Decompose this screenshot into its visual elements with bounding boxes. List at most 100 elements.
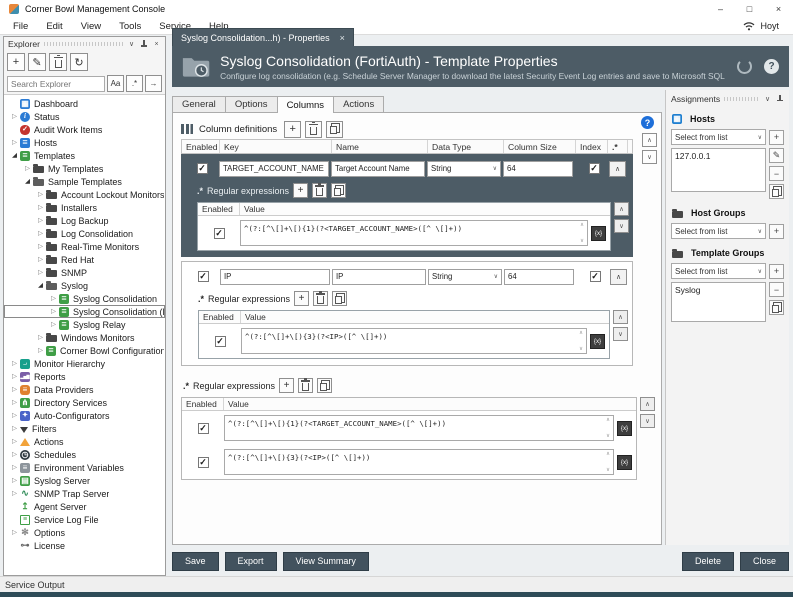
export-button[interactable]: Export xyxy=(225,552,277,571)
insert-variable-button[interactable]: {x} xyxy=(617,455,632,470)
copy-regex-button[interactable] xyxy=(332,291,347,306)
menu-edit[interactable]: Edit xyxy=(37,21,71,32)
user-box[interactable]: Hoyt xyxy=(743,21,793,31)
tree-item-my-templates[interactable]: ▷My Templates xyxy=(4,162,165,175)
expander-icon[interactable]: ▷ xyxy=(10,370,19,383)
search-go-button[interactable]: → xyxy=(145,75,162,92)
column-row-target-account-name[interactable]: TARGET_ACCOUNT_NAME Target Account Name … xyxy=(181,154,633,257)
tree-item-agent-server[interactable]: Agent Server xyxy=(4,500,165,513)
delete-regex-button[interactable] xyxy=(313,291,328,306)
expander-icon[interactable]: ▷ xyxy=(10,136,19,149)
delete-regex-button[interactable] xyxy=(298,378,313,393)
add-regex-button[interactable]: + xyxy=(293,183,308,198)
service-output-label[interactable]: Service Output xyxy=(5,580,65,590)
add-regex-button[interactable]: + xyxy=(279,378,294,393)
tree-item-syslog-relay[interactable]: ▷Syslog Relay xyxy=(4,318,165,331)
copy-column-button[interactable] xyxy=(326,121,343,138)
add-host-button[interactable]: + xyxy=(769,130,784,145)
tree-item-filters[interactable]: ▷Filters xyxy=(4,422,165,435)
expander-icon[interactable]: ▷ xyxy=(10,461,19,474)
tree-item-auto-configurators[interactable]: ▷Auto-Configurators xyxy=(4,409,165,422)
expander-icon[interactable]: ▷ xyxy=(10,357,19,370)
column-row-ip[interactable]: IP IP String∨ 64 ∧ .* Regular expression… xyxy=(181,261,633,366)
add-template-group-button[interactable]: + xyxy=(769,264,784,279)
remove-host-button[interactable]: − xyxy=(769,166,784,181)
expander-icon[interactable]: ▷ xyxy=(49,318,58,331)
document-tab[interactable]: Syslog Consolidation...h) - Properties × xyxy=(172,28,354,46)
delete-regex-button[interactable] xyxy=(312,183,327,198)
expander-icon[interactable]: ▷ xyxy=(10,422,19,435)
tree-item-service-log-file[interactable]: Service Log File xyxy=(4,513,165,526)
add-host-group-button[interactable]: + xyxy=(769,224,784,239)
copy-template-group-button[interactable] xyxy=(769,300,784,315)
tree-item-account-lockout-monitors[interactable]: ▷Account Lockout Monitors xyxy=(4,188,165,201)
tab-columns[interactable]: Columns xyxy=(277,96,335,113)
move-up-button[interactable]: ∧ xyxy=(640,397,655,411)
expander-icon[interactable]: ▷ xyxy=(36,344,45,357)
insert-variable-button[interactable]: {x} xyxy=(591,226,606,241)
add-button[interactable]: + xyxy=(7,53,25,71)
tree-item-red-hat[interactable]: ▷Red Hat xyxy=(4,253,165,266)
expander-icon[interactable]: ▷ xyxy=(36,240,45,253)
host-groups-select[interactable]: Select from list∨ xyxy=(671,223,766,239)
search-input[interactable] xyxy=(7,76,105,92)
close-panel-icon[interactable]: × xyxy=(152,41,161,48)
tree-item-syslog-consolidation-fortiauth[interactable]: ▷Syslog Consolidation (FortiAuth) xyxy=(4,305,165,318)
template-groups-select[interactable]: Select from list∨ xyxy=(671,263,766,279)
expander-icon[interactable]: ▷ xyxy=(36,266,45,279)
tree-item-snmp-trap-server[interactable]: ▷SNMP Trap Server xyxy=(4,487,165,500)
menu-tools[interactable]: Tools xyxy=(110,21,150,32)
value-scroll-icons[interactable]: ∧∨ xyxy=(604,451,612,473)
column-key-input[interactable]: IP xyxy=(220,269,330,285)
drag-handle[interactable] xyxy=(44,42,123,46)
tree-item-license[interactable]: License xyxy=(4,539,165,552)
tree-item-log-consolidation[interactable]: ▷Log Consolidation xyxy=(4,227,165,240)
hosts-list[interactable]: 127.0.0.1 xyxy=(671,148,766,192)
column-enabled-checkbox[interactable] xyxy=(197,163,208,174)
index-checkbox[interactable] xyxy=(589,163,600,174)
expander-icon[interactable]: ▷ xyxy=(49,292,58,305)
edit-host-button[interactable]: ✎ xyxy=(769,148,784,163)
data-type-select[interactable]: String∨ xyxy=(427,161,501,177)
scroll-up-button[interactable]: ∧ xyxy=(642,133,657,147)
regex-value-input[interactable]: ^(?:[^\[]+\[){1}(?<TARGET_ACCOUNT_NAME>(… xyxy=(224,415,614,441)
column-size-input[interactable]: 64 xyxy=(503,161,573,177)
collapse-row-button[interactable]: ∧ xyxy=(610,269,627,285)
chevron-down-icon[interactable]: ∨ xyxy=(763,95,772,103)
pin-icon[interactable] xyxy=(776,95,784,103)
expander-icon[interactable]: ◢ xyxy=(36,279,45,292)
insert-variable-button[interactable]: {x} xyxy=(617,421,632,436)
tab-close-icon[interactable]: × xyxy=(340,33,345,43)
pin-icon[interactable] xyxy=(140,40,148,48)
value-scroll-icons[interactable]: ∧∨ xyxy=(578,222,586,244)
tree-item-installers[interactable]: ▷Installers xyxy=(4,201,165,214)
regex-search-button[interactable]: .* xyxy=(126,75,143,92)
expander-icon[interactable]: ▷ xyxy=(10,383,19,396)
expander-icon[interactable]: ▷ xyxy=(36,331,45,344)
regex-value-input[interactable]: ^(?:[^\[]+\[){1}(?<TARGET_ACCOUNT_NAME>(… xyxy=(240,220,588,246)
expander-icon[interactable]: ▷ xyxy=(36,188,45,201)
column-key-input[interactable]: TARGET_ACCOUNT_NAME xyxy=(219,161,329,177)
expander-icon[interactable]: ◢ xyxy=(23,175,32,188)
tree-item-templates[interactable]: ◢Templates xyxy=(4,149,165,162)
expander-icon[interactable]: ▷ xyxy=(23,162,32,175)
regex-enabled-checkbox[interactable] xyxy=(198,457,209,468)
tree-item-environment-variables[interactable]: ▷Environment Variables xyxy=(4,461,165,474)
regex-enabled-checkbox[interactable] xyxy=(214,228,225,239)
column-enabled-checkbox[interactable] xyxy=(198,271,209,282)
close-button[interactable]: × xyxy=(764,0,793,18)
regex-value-input[interactable]: ^(?:[^\[]+\[){3}(?<IP>([^ \[]+)) ∧∨ xyxy=(224,449,614,475)
tree-item-real-time-monitors[interactable]: ▷Real-Time Monitors xyxy=(4,240,165,253)
hosts-select[interactable]: Select from list∨ xyxy=(671,129,766,145)
expander-icon[interactable]: ▷ xyxy=(36,214,45,227)
view-summary-button[interactable]: View Summary xyxy=(283,552,369,571)
template-groups-list[interactable]: Syslog xyxy=(671,282,766,322)
delete-button[interactable]: Delete xyxy=(682,552,734,571)
delete-column-button[interactable] xyxy=(305,121,322,138)
expander-icon[interactable]: ▷ xyxy=(10,487,19,500)
move-down-button[interactable]: ∨ xyxy=(640,414,655,428)
scroll-down-button[interactable]: ∨ xyxy=(642,150,657,164)
column-size-input[interactable]: 64 xyxy=(504,269,574,285)
minimize-button[interactable]: – xyxy=(706,0,735,18)
index-checkbox[interactable] xyxy=(590,271,601,282)
